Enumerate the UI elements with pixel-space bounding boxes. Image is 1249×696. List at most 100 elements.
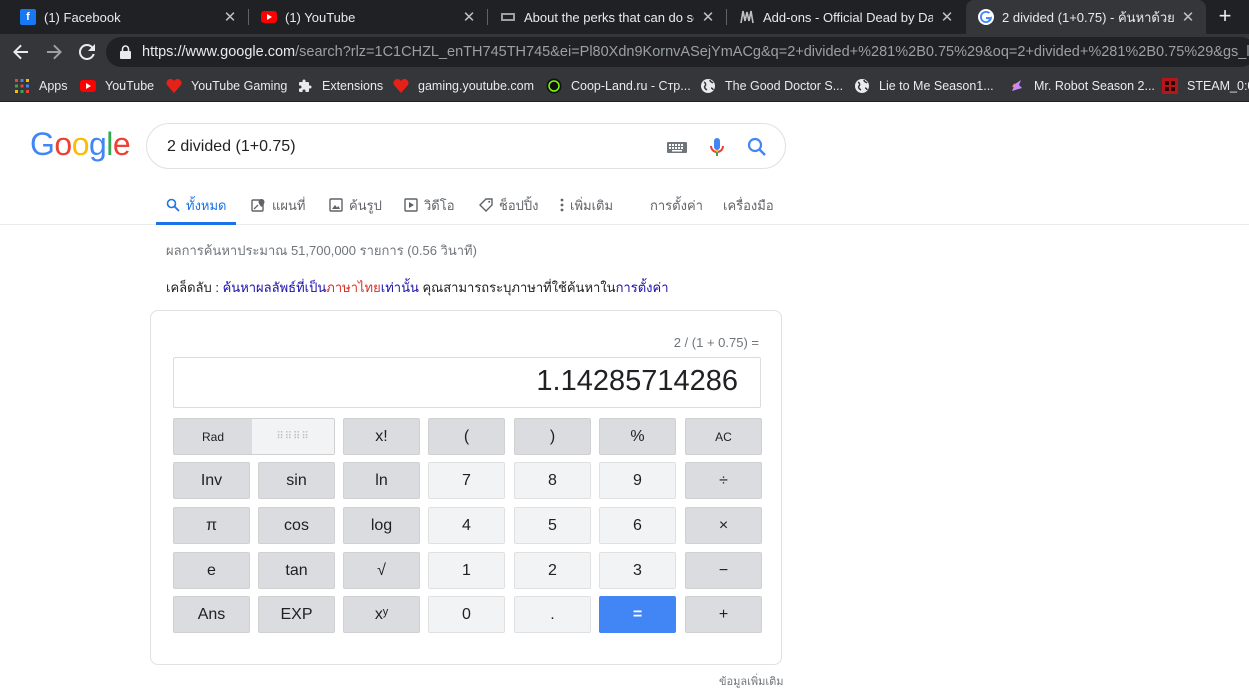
search-nav: ทั้งหมด แผนที่ ค้นรูป วิดีโอ ช็อปปิ้ง เพ… (0, 185, 1249, 225)
tab-more[interactable]: เพิ่มเติม (560, 193, 613, 217)
bookmark-good-doctor[interactable]: The Good Doctor S... (700, 76, 843, 96)
bookmark-youtube-gaming[interactable]: YouTube Gaming (166, 76, 287, 96)
key-7[interactable]: 7 (428, 462, 505, 499)
key-all-clear[interactable]: AC (685, 418, 762, 455)
calc-result: 1.14285714286 (536, 365, 738, 397)
globe-icon (854, 78, 870, 94)
key-sin[interactable]: sin (258, 462, 335, 499)
key-e[interactable]: e (173, 552, 250, 589)
tab-tools[interactable]: เครื่องมือ (723, 193, 774, 217)
bookmark-apps[interactable]: Apps (14, 76, 68, 96)
close-tab-icon[interactable]: ✕ (222, 8, 238, 26)
address-bar[interactable]: https://www.google.com/search?rlz=1C1CHZ… (106, 37, 1249, 67)
key-equals[interactable]: = (599, 596, 676, 633)
key-9[interactable]: 9 (599, 462, 676, 499)
bookmark-label: Apps (39, 79, 68, 93)
angle-mode-toggle[interactable]: Rad ⠿⠿⠿⠿ (173, 418, 335, 455)
deg-button[interactable]: ⠿⠿⠿⠿ (252, 419, 334, 454)
search-icon (166, 198, 180, 212)
tag-icon (479, 198, 493, 212)
tab-shopping[interactable]: ช็อปปิ้ง (479, 193, 538, 217)
key-sqrt[interactable]: √ (343, 552, 420, 589)
close-tab-icon[interactable]: ✕ (461, 8, 477, 26)
more-info-link[interactable]: ข้อมูลเพิ่มเติม (719, 672, 784, 690)
close-tab-icon[interactable]: ✕ (700, 8, 716, 26)
tab-google-active[interactable]: 2 divided (1+0.75) - ค้นหาด้วย Goo ✕ (966, 0, 1206, 34)
key-decimal[interactable]: . (514, 596, 591, 633)
dbd-icon (500, 9, 516, 25)
bookmark-steam[interactable]: STEAM_0:0: (1162, 76, 1249, 96)
key-tan[interactable]: tan (258, 552, 335, 589)
tab-label: ช็อปปิ้ง (499, 197, 539, 213)
tab-settings[interactable]: การตั้งค่า (650, 193, 703, 217)
tab-addons[interactable]: Add-ons - Official Dead by Daylig ✕ (727, 0, 965, 34)
tab-label: เพิ่มเติม (570, 197, 614, 213)
key-2[interactable]: 2 (514, 552, 591, 589)
tab-maps[interactable]: แผนที่ (251, 193, 305, 217)
close-tab-icon[interactable]: ✕ (939, 8, 955, 26)
map-icon (251, 198, 266, 213)
steam-icon (1162, 78, 1178, 94)
key-add[interactable]: + (685, 596, 762, 633)
video-icon (404, 198, 418, 212)
key-4[interactable]: 4 (428, 507, 505, 544)
active-tab-indicator (156, 222, 236, 225)
youtube-gaming-icon (393, 78, 409, 94)
new-tab-button[interactable]: + (1213, 5, 1237, 29)
tab-perks[interactable]: About the perks that can do som ✕ (488, 0, 726, 34)
tab-videos[interactable]: วิดีโอ (404, 193, 455, 217)
search-box[interactable] (146, 123, 786, 169)
key-subtract[interactable]: − (685, 552, 762, 589)
tip-thai-link[interactable]: ค้นหาผลลัพธ์ที่เป็นภาษาไทยเท่านั้น (223, 280, 419, 295)
key-exp[interactable]: EXP (258, 596, 335, 633)
key-close-paren[interactable]: ) (514, 418, 591, 455)
bookmark-gaming-youtube[interactable]: gaming.youtube.com (393, 76, 534, 96)
image-icon (329, 198, 343, 212)
back-button[interactable] (9, 40, 33, 64)
bookmark-lie-to-me[interactable]: Lie to Me Season1... (854, 76, 994, 96)
key-ans[interactable]: Ans (173, 596, 250, 633)
key-6[interactable]: 6 (599, 507, 676, 544)
forward-button[interactable] (42, 40, 66, 64)
url-host: https://www.google.com (142, 44, 296, 60)
rad-button[interactable]: Rad (174, 419, 252, 454)
key-power[interactable]: xʸ (343, 596, 420, 633)
bookmark-mr-robot[interactable]: Mr. Robot Season 2... (1009, 76, 1155, 96)
bookmark-coopland[interactable]: Coop-Land.ru - Стр... (546, 76, 691, 96)
google-logo[interactable]: Google (30, 126, 131, 163)
bookmark-extensions[interactable]: Extensions (297, 76, 383, 96)
microphone-icon[interactable] (706, 136, 728, 158)
keyboard-icon[interactable] (666, 136, 688, 158)
key-log[interactable]: log (343, 507, 420, 544)
key-open-paren[interactable]: ( (428, 418, 505, 455)
bookmark-label: YouTube (105, 79, 155, 93)
tip-settings-link[interactable]: การตั้งค่า (616, 280, 669, 295)
calc-expression: 2 / (1 + 0.75) = (673, 335, 759, 350)
tab-all[interactable]: ทั้งหมด (166, 193, 227, 217)
key-cos[interactable]: cos (258, 507, 335, 544)
bookmark-youtube[interactable]: YouTube (80, 76, 154, 96)
tip-middle: คุณสามารถระบุภาษาที่ใช้ค้นหาใน (418, 280, 616, 295)
key-divide[interactable]: ÷ (685, 462, 762, 499)
key-inverse[interactable]: Inv (173, 462, 250, 499)
key-multiply[interactable]: × (685, 507, 762, 544)
more-vert-icon (560, 198, 564, 212)
search-icon[interactable] (746, 136, 768, 158)
key-pi[interactable]: π (173, 507, 250, 544)
search-input[interactable] (167, 136, 647, 158)
close-tab-icon[interactable]: ✕ (1180, 8, 1196, 26)
tab-facebook[interactable]: f (1) Facebook ✕ (8, 0, 248, 34)
key-factorial[interactable]: x! (343, 418, 420, 455)
tab-images[interactable]: ค้นรูป (329, 193, 382, 217)
key-5[interactable]: 5 (514, 507, 591, 544)
key-1[interactable]: 1 (428, 552, 505, 589)
key-3[interactable]: 3 (599, 552, 676, 589)
url-path: /search?rlz=1C1CHZL_enTH745TH745&ei=Pl80… (295, 44, 1249, 60)
key-ln[interactable]: ln (343, 462, 420, 499)
key-8[interactable]: 8 (514, 462, 591, 499)
tab-label: การตั้งค่า (650, 197, 703, 213)
reload-button[interactable] (75, 40, 99, 64)
tab-youtube[interactable]: (1) YouTube ✕ (249, 0, 487, 34)
key-0[interactable]: 0 (428, 596, 505, 633)
key-percent[interactable]: % (599, 418, 676, 455)
